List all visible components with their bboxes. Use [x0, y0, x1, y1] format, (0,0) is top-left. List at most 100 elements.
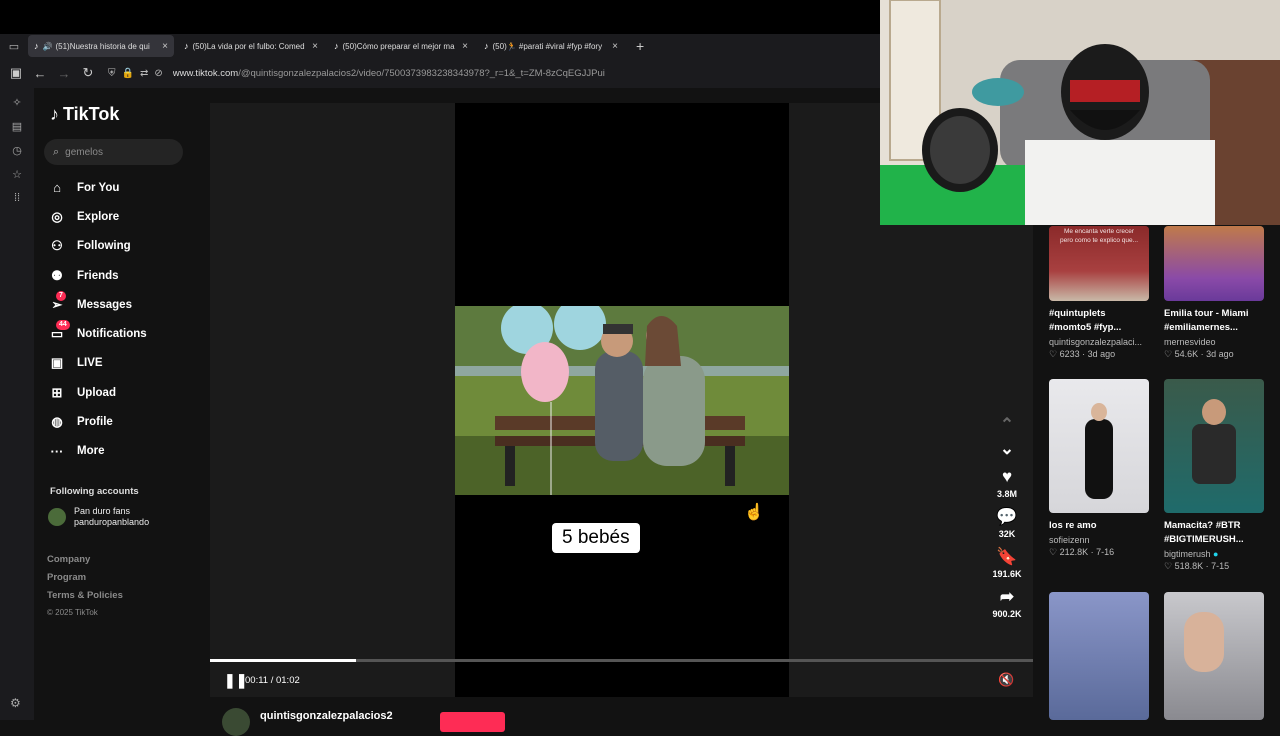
- close-tab-icon[interactable]: ×: [312, 41, 318, 52]
- rec-stats: ♡ 212.8K · 7-16: [1049, 547, 1115, 557]
- tiktok-favicon-icon: ♪: [34, 41, 39, 51]
- rec-title-line: Mamacita? #BTR: [1164, 520, 1241, 531]
- nav-more[interactable]: ··· More: [34, 437, 210, 466]
- more-dots-icon: ···: [50, 443, 64, 459]
- nav-messages[interactable]: ➢ 7 Messages: [34, 290, 210, 319]
- tv-icon: ▣: [50, 355, 64, 371]
- video-progress-bar[interactable]: [210, 659, 1033, 662]
- rec-thumbnail: [1049, 379, 1149, 513]
- nav-label: More: [77, 445, 105, 458]
- rec-card[interactable]: Emilia tour - Miami #emiliamernes... mern…: [1164, 226, 1266, 360]
- lock-icon[interactable]: 🔒: [122, 68, 134, 79]
- speaker-icon[interactable]: 🔊: [43, 42, 53, 51]
- shield-icon[interactable]: ⛨: [108, 68, 116, 79]
- mute-icon[interactable]: 🔇: [998, 672, 1014, 688]
- url-field[interactable]: www.tiktok.com/@quintisgonzalezpalacios2…: [173, 68, 605, 79]
- rec-title-line: #quintuplets: [1049, 308, 1106, 319]
- settings-gear-icon[interactable]: ⚙: [10, 696, 21, 710]
- reload-icon[interactable]: ↻: [76, 61, 100, 85]
- browser-address-bar: ▣ ← → ↻ ⛨ 🔒 ⇄ ⊘ www.tiktok.com/@quintisg…: [0, 58, 880, 88]
- account-handle: panduropanblando: [74, 517, 150, 527]
- rec-thumbnail: [1049, 592, 1149, 720]
- reading-list-icon[interactable]: ▤: [0, 114, 34, 138]
- footer-link-terms[interactable]: Terms & Policies: [47, 590, 123, 608]
- nav-explore[interactable]: ◎ Explore: [34, 202, 210, 231]
- close-tab-icon[interactable]: ×: [162, 41, 168, 52]
- tab-title: (50)Cómo preparar el mejor ma: [342, 41, 455, 51]
- browser-tab-2[interactable]: ♪ (50)La vida por el fulbo: Comed ×: [178, 35, 324, 57]
- new-tab-icon[interactable]: +: [628, 38, 652, 54]
- tiktok-favicon-icon: ♪: [484, 41, 489, 51]
- footer-link-company[interactable]: Company: [47, 554, 123, 572]
- close-tab-icon[interactable]: ×: [612, 41, 618, 52]
- follow-button[interactable]: [440, 712, 505, 732]
- like-button[interactable]: ♥ 3.8M: [990, 467, 1024, 499]
- browser-tab-bar: ▭ ♪ 🔊 (51)Nuestra historia de qui × ♪ (5…: [0, 34, 880, 58]
- browser-tab-4[interactable]: ♪ (50)🏃 #parati #viral #fyp #fory ×: [478, 35, 624, 57]
- browser-tab-1[interactable]: ♪ 🔊 (51)Nuestra historia de qui ×: [28, 35, 174, 57]
- apps-grid-icon[interactable]: ⁞⁞: [0, 186, 34, 210]
- tiktok-logo[interactable]: ♪ TikTok: [50, 104, 119, 125]
- nav-label: For You: [77, 181, 120, 194]
- browser-tab-3[interactable]: ♪ (50)Cómo preparar el mejor ma ×: [328, 35, 474, 57]
- pause-icon[interactable]: ❚❚: [224, 672, 247, 689]
- rec-thumbnail: [1164, 226, 1264, 301]
- tiktok-favicon-icon: ♪: [184, 41, 189, 51]
- tracking-icon[interactable]: ⊘: [154, 68, 162, 79]
- share-count: 900.2K: [992, 609, 1022, 619]
- author-bar: quintisgonzalezpalacios2: [210, 704, 1033, 736]
- nav-for-you[interactable]: ⌂ For You: [34, 173, 210, 202]
- nav-profile[interactable]: ◍ Profile: [34, 407, 210, 436]
- history-icon[interactable]: ◷: [0, 138, 34, 162]
- notifications-badge: 44: [56, 320, 70, 331]
- nav-following[interactable]: ⚇ Following: [34, 232, 210, 261]
- close-tab-icon[interactable]: ×: [462, 41, 468, 52]
- home-icon: ⌂: [53, 180, 61, 196]
- rec-card[interactable]: [1164, 592, 1266, 720]
- avatar[interactable]: [222, 708, 250, 736]
- scroll-down-icon[interactable]: ⌄: [990, 439, 1024, 461]
- account-names: Pan duro fans panduropanblando: [74, 506, 149, 528]
- nav-friends[interactable]: ⚉ Friends: [34, 261, 210, 290]
- browser-sidebar: ✧ ▤ ◷ ☆ ⁞⁞ ⚙: [0, 88, 34, 720]
- video-frame[interactable]: 5 bebés: [455, 103, 789, 697]
- permissions-icon[interactable]: ⇄: [140, 68, 148, 79]
- tab-title: (50)🏃 #parati #viral #fyp #fory: [492, 41, 603, 51]
- mouse-cursor-icon: ☝: [744, 504, 764, 521]
- rec-title-line: #BIGTIMERUSH...: [1164, 534, 1244, 545]
- nav-label: Notifications: [77, 328, 147, 341]
- video-time: 00:11 / 01:02: [245, 675, 300, 686]
- scroll-up-icon[interactable]: ⌃: [990, 415, 1024, 437]
- bookmark-icon: 🔖: [996, 547, 1018, 566]
- bookmarks-icon[interactable]: ☆: [0, 162, 34, 186]
- back-icon[interactable]: ←: [28, 61, 52, 85]
- rec-card[interactable]: los re amo sofieizenn ♡ 212.8K · 7-16: [1049, 379, 1151, 558]
- bookmark-count: 191.6K: [992, 569, 1022, 579]
- nav-label: Messages: [77, 298, 132, 311]
- rec-card[interactable]: Me encanta verte crecer pero como te exp…: [1049, 226, 1151, 360]
- nav-live[interactable]: ▣ LIVE: [34, 349, 210, 378]
- forward-icon[interactable]: →: [52, 61, 76, 85]
- tab-title: (50)La vida por el fulbo: Comed: [192, 41, 305, 51]
- share-button[interactable]: ➦ 900.2K: [990, 587, 1024, 619]
- following-account[interactable]: Pan duro fans panduropanblando: [48, 506, 149, 528]
- sidebar-toggle-icon[interactable]: ▣: [4, 61, 28, 85]
- ai-sparkle-icon[interactable]: ✧: [0, 90, 34, 114]
- tab-manager-icon[interactable]: ▭: [0, 34, 28, 58]
- search-input[interactable]: ⌕ gemelos: [44, 139, 183, 165]
- comment-button[interactable]: 💬 32K: [990, 507, 1024, 539]
- nav-label: Explore: [77, 210, 120, 223]
- thumbnail-overlay-text: Me encanta verte crecer pero como te exp…: [1059, 228, 1139, 244]
- author-name[interactable]: quintisgonzalezpalacios2: [260, 710, 393, 722]
- rec-card[interactable]: Mamacita? #BTR #BIGTIMERUSH... bigtimerus…: [1164, 379, 1266, 572]
- user-follow-icon: ⚇: [51, 238, 63, 254]
- nav-label: Friends: [77, 269, 119, 282]
- rec-stats: ♡ 54.6K · 3d ago: [1164, 349, 1234, 359]
- bookmark-button[interactable]: 🔖 191.6K: [990, 547, 1024, 579]
- footer-link-program[interactable]: Program: [47, 572, 123, 590]
- nav-notifications[interactable]: ▭ 44 Notifications: [34, 319, 210, 348]
- webcam-overlay: [880, 0, 1280, 225]
- nav-upload[interactable]: ⊞ Upload: [34, 378, 210, 407]
- rec-card[interactable]: [1049, 592, 1151, 720]
- nav-label: LIVE: [77, 357, 103, 370]
